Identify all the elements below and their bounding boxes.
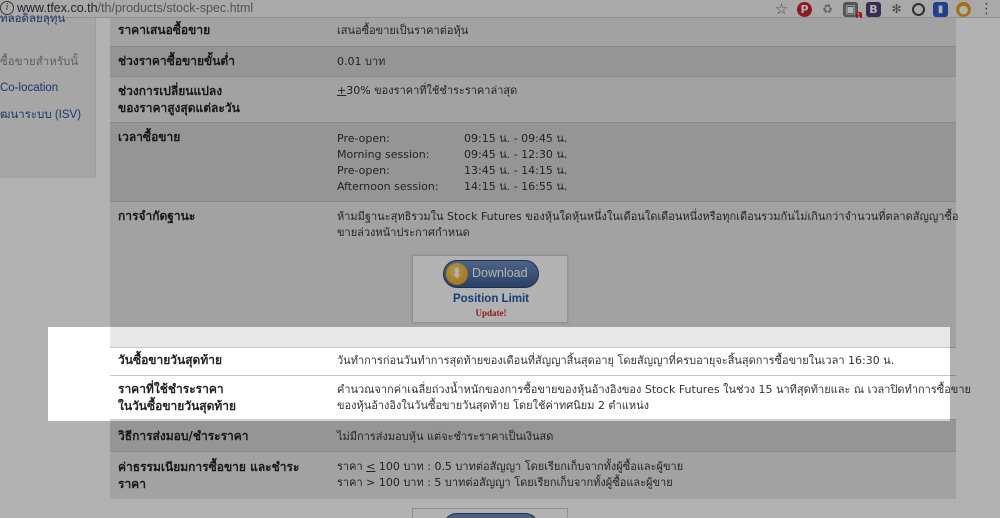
spec-row-settlement-method: วิธีการส่งมอบ/ชำระราคา ไม่มีการส่งมอบหุ้… xyxy=(110,419,956,451)
session-time: 09:15 น. - 09:45 น. xyxy=(464,132,568,145)
session-name: Pre-open: xyxy=(337,132,390,145)
browser-address-bar[interactable]: i www.tfex.co.th/th/products/stock-spec.… xyxy=(0,0,1000,20)
second-download-card[interactable] xyxy=(412,508,568,518)
session-name: Afternoon session: xyxy=(337,180,439,193)
url-path: /th/products/stock-spec.html xyxy=(97,1,254,15)
session-time: 14:15 น. - 16:55 น. xyxy=(464,180,568,193)
spec-label: ช่วงราคาซื้อขายขั้นต่ำ xyxy=(118,54,235,68)
spec-label-line2: ของราคาสูงสุดแต่ละวัน xyxy=(118,101,240,115)
spec-value-line1: ห้ามมีฐานะสุทธิรวมใน Stock Futures ของหุ… xyxy=(337,210,959,223)
spec-label: เวลาซื้อขาย xyxy=(118,130,181,144)
spec-row-price-quote: ราคาเสนอซื้อขาย เสนอซื้อขายเป็นราคาต่อหุ… xyxy=(110,18,956,46)
fee-prefix: ราคา xyxy=(337,460,367,473)
sidebar-item-isv[interactable]: ฒนาระบบ (ISV) xyxy=(0,106,81,124)
bootstrap-icon[interactable]: B xyxy=(866,1,881,17)
menu-icon[interactable]: ⋮ xyxy=(979,1,994,17)
spec-value: เสนอซื้อขายเป็นราคาต่อหุ้น xyxy=(337,24,469,37)
plus-minus-sign: + xyxy=(337,84,347,97)
download-button[interactable]: ⬇ Download xyxy=(443,260,539,288)
spec-value-line2: ของหุ้นอ้างอิงในวันซื้อขายวันสุดท้าย โดย… xyxy=(337,399,649,412)
spec-value-line1: คำนวณจากค่าเฉลี่ยถ่วงน้ำหนักของการซื้อขา… xyxy=(337,383,971,396)
spec-label: วิธีการส่งมอบ/ชำระราคา xyxy=(118,429,249,443)
session-time: 13:45 น. - 14:15 น. xyxy=(464,164,568,177)
spec-label-line2: ในวันซื้อขายวันสุดท้าย xyxy=(118,399,237,413)
spec-row-tick-size: ช่วงราคาซื้อขายขั้นต่ำ 0.01 บาท xyxy=(110,46,956,76)
page-content: ทลอดิลยลุทุน ซื้อขายสำหรับนั้ Co-locatio… xyxy=(0,13,1000,518)
le-sign: < xyxy=(366,460,376,473)
spec-label-line1: ค่าธรรมเนียมการซื้อขาย และชำระ xyxy=(118,460,300,474)
spec-value-line1: ราคา < 100 บาท : 0.5 บาทต่อสัญญา โดยเรีย… xyxy=(337,459,949,475)
second-download-button[interactable] xyxy=(443,513,539,518)
orange-extension-icon[interactable]: ● xyxy=(956,1,971,17)
spec-row-fees: ค่าธรรมเนียมการซื้อขาย และชำระ ราคา ราคา… xyxy=(110,451,956,499)
session-time: 09:45 น. - 12:30 น. xyxy=(464,148,568,161)
spec-value-text: 30% ของราคาที่ใช้ชำระราคาล่าสุด xyxy=(346,84,518,97)
spec-row-last-trading-day: วันซื้อขายวันสุดท้าย วันทำการก่อนวันทำกา… xyxy=(110,347,956,375)
extension-toolbar: ☆ P ♻ ▣ 1 B ✻ ▮ ● ⋮ xyxy=(774,1,994,20)
gear-icon[interactable]: ✻ xyxy=(889,2,904,17)
spec-value: 0.01 บาท xyxy=(337,55,386,68)
pinterest-icon[interactable]: P xyxy=(797,1,812,17)
bookmark-star-icon[interactable]: ☆ xyxy=(774,1,789,17)
position-limit-title: Position Limit xyxy=(452,293,530,305)
spec-row-price-limit: ช่วงการเปลี่ยนแปลง ของราคาสูงสุดแต่ละวัน… xyxy=(110,76,956,122)
sidebar-item-colocation[interactable]: Co-location xyxy=(0,82,58,94)
spec-label: การจำกัดฐานะ xyxy=(118,209,196,223)
sidebar: ทลอดิลยลุทุน ซื้อขายสำหรับนั้ Co-locatio… xyxy=(0,13,96,178)
spec-value: ไม่มีการส่งมอบหุ้น แต่จะชำระราคาเป็นเงิน… xyxy=(337,430,554,443)
spec-label-line1: ราคาที่ใช้ชำระราคา xyxy=(118,382,224,396)
record-icon[interactable] xyxy=(912,2,925,16)
spec-value-line2: ขายล่วงหน้าประกาศกำหนด xyxy=(337,226,470,239)
recycle-icon[interactable]: ♻ xyxy=(820,2,835,17)
spec-label-line2: ราคา xyxy=(118,477,146,491)
sidebar-item-trading[interactable]: ซื้อขายสำหรับนั้ xyxy=(0,53,78,71)
spec-value-line2: ราคา > 100 บาท : 5 บาทต่อสัญญา โดยเรียกเ… xyxy=(337,476,673,489)
spec-value: +30% ของราคาที่ใช้ชำระราคาล่าสุด xyxy=(337,83,949,99)
spec-label-line1: ช่วงการเปลี่ยนแปลง xyxy=(118,84,223,98)
session-name: Pre-open: xyxy=(337,164,390,177)
position-limit-download-card[interactable]: ⬇ Download Position Limit Update! xyxy=(412,255,568,323)
spec-row-final-settlement-price: ราคาที่ใช้ชำระราคา ในวันซื้อขายวันสุดท้า… xyxy=(110,375,971,419)
spec-label: ราคาเสนอซื้อขาย xyxy=(118,23,211,37)
download-button-label: Download xyxy=(472,266,528,280)
spec-value: วันทำการก่อนวันทำการสุดท้ายของเดือนที่สั… xyxy=(337,354,895,367)
download-arrow-icon: ⬇ xyxy=(446,263,468,285)
spec-label: วันซื้อขายวันสุดท้าย xyxy=(118,353,223,367)
bookmark-extension-icon[interactable]: ▮ xyxy=(933,1,948,17)
fee-rest: 100 บาท : 0.5 บาทต่อสัญญา โดยเรียกเก็บจา… xyxy=(375,460,684,473)
session-name: Morning session: xyxy=(337,148,430,161)
spec-row-trading-hours: เวลาซื้อขาย Pre-open: 09:15 น. - 09:45 น… xyxy=(110,122,956,201)
update-badge: Update! xyxy=(475,308,507,318)
sidebar-item-investors[interactable]: ทลอดิลยลุทุน xyxy=(0,10,65,28)
notification-extension-icon[interactable]: ▣ 1 xyxy=(843,1,862,20)
